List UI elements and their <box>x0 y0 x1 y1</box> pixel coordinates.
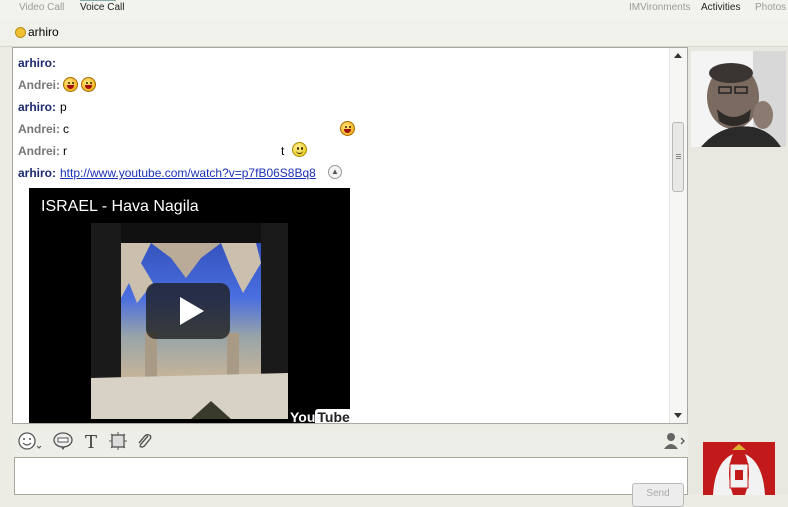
activities-button[interactable]: Activities <box>701 2 740 13</box>
youtube-link[interactable]: http://www.youtube.com/watch?v=p7fB06S8B… <box>60 164 316 182</box>
message-sender: Andrei: <box>18 78 60 92</box>
play-icon <box>180 297 204 325</box>
chat-message: arhiro: http://www.youtube.com/watch?v=p… <box>18 164 342 182</box>
scroll-thumb[interactable] <box>672 122 684 192</box>
video-title: ISRAEL - Hava Nagila <box>41 198 199 215</box>
online-status-icon <box>15 27 26 38</box>
send-button[interactable]: Send <box>632 483 684 507</box>
message-sender: arhiro: <box>18 56 57 70</box>
message-text: r <box>63 144 67 158</box>
chat-message: Andrei: c <box>18 120 355 138</box>
top-toolbar: Video Call Voice Call IMVironments Activ… <box>0 0 788 20</box>
video-thumbnail <box>91 223 288 419</box>
message-input[interactable]: Send <box>14 457 688 507</box>
my-avatar[interactable] <box>703 442 775 495</box>
collapse-preview-icon[interactable]: ▲ <box>328 165 342 179</box>
video-call-button[interactable]: Video Call <box>19 2 64 13</box>
emoticon-picker-icon[interactable] <box>17 430 42 452</box>
youtube-logo: You Tube <box>290 409 350 424</box>
contact-avatar[interactable] <box>691 51 786 147</box>
laughing-emoticon-icon <box>63 77 78 92</box>
attach-file-icon[interactable] <box>133 430 155 452</box>
chat-scrollbar[interactable] <box>669 48 687 423</box>
contact-bar: arhiro <box>0 20 788 47</box>
laughing-emoticon-icon <box>81 77 96 92</box>
chat-message: Andrei: r t <box>18 142 307 160</box>
text-format-icon[interactable]: T <box>81 430 103 453</box>
side-panel <box>688 47 788 495</box>
message-text: c <box>63 122 69 136</box>
message-text: p <box>60 100 67 114</box>
message-sender: arhiro: <box>18 166 57 180</box>
laughing-emoticon-icon <box>340 121 355 136</box>
voice-call-button[interactable]: Voice Call <box>80 2 124 13</box>
audible-icon[interactable] <box>52 430 74 452</box>
smile-emoticon-icon <box>292 142 307 157</box>
chat-message: arhiro: <box>18 54 56 72</box>
scroll-up-icon[interactable] <box>674 53 682 58</box>
video-preview[interactable]: ISRAEL - Hava Nagila You Tube <box>29 188 350 424</box>
voice-call-highlight <box>80 0 116 1</box>
chat-message: Andrei: <box>18 76 96 94</box>
photos-button[interactable]: Photos <box>755 2 786 13</box>
message-sender: arhiro: <box>18 100 57 114</box>
imvironments-button[interactable]: IMVironments <box>629 2 691 13</box>
chat-message: arhiro: p <box>18 98 67 116</box>
message-sender: Andrei: <box>18 122 60 136</box>
contact-options-icon[interactable] <box>662 430 685 452</box>
play-button[interactable] <box>146 283 230 339</box>
nudge-icon[interactable] <box>107 430 129 452</box>
contact-name[interactable]: arhiro <box>28 25 59 39</box>
svg-text:T: T <box>85 432 97 452</box>
scroll-down-icon[interactable] <box>674 413 682 418</box>
format-toolbar: T <box>12 426 688 456</box>
message-text-tail: t <box>281 144 285 158</box>
chat-history[interactable]: arhiro: Andrei: arhiro: p Andrei: c Andr… <box>12 47 688 424</box>
message-sender: Andrei: <box>18 144 60 158</box>
